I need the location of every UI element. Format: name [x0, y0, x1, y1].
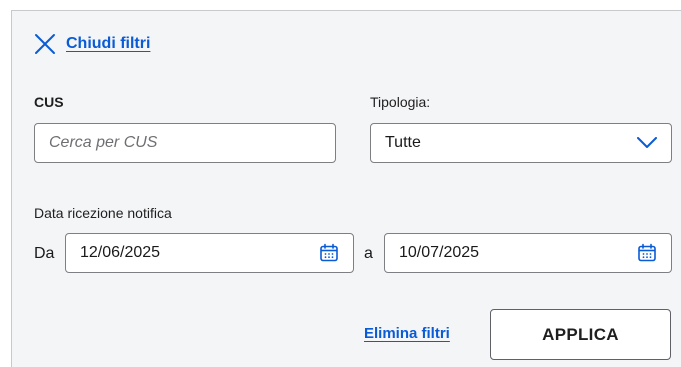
date-range-label: Data ricezione notifica — [34, 205, 172, 221]
calendar-icon[interactable] — [319, 243, 339, 263]
cus-search-field[interactable] — [34, 123, 336, 163]
clear-filters-link[interactable]: Elimina filtri — [364, 325, 450, 342]
date-from-label: Da — [34, 245, 55, 262]
chevron-down-icon — [637, 137, 657, 148]
date-from-value: 12/06/2025 — [80, 244, 161, 261]
cus-label: CUS — [34, 94, 64, 110]
date-to-field[interactable]: 10/07/2025 — [384, 233, 672, 273]
close-icon — [35, 34, 55, 54]
tipologia-selected-value: Tutte — [385, 134, 421, 151]
apply-button[interactable]: APPLICA — [490, 309, 671, 360]
date-from-field[interactable]: 12/06/2025 — [65, 233, 354, 273]
cus-search-input[interactable] — [49, 134, 321, 152]
close-filters-label[interactable]: Chiudi filtri — [66, 35, 150, 53]
date-to-label: a — [364, 245, 373, 262]
date-to-value: 10/07/2025 — [399, 244, 480, 261]
tipologia-select[interactable]: Tutte — [370, 123, 672, 163]
close-filters-button[interactable]: Chiudi filtri — [34, 33, 150, 55]
filters-panel: Chiudi filtri CUS Tipologia: Tutte Data … — [11, 10, 681, 367]
tipologia-label: Tipologia: — [370, 94, 431, 110]
calendar-icon[interactable] — [637, 243, 657, 263]
